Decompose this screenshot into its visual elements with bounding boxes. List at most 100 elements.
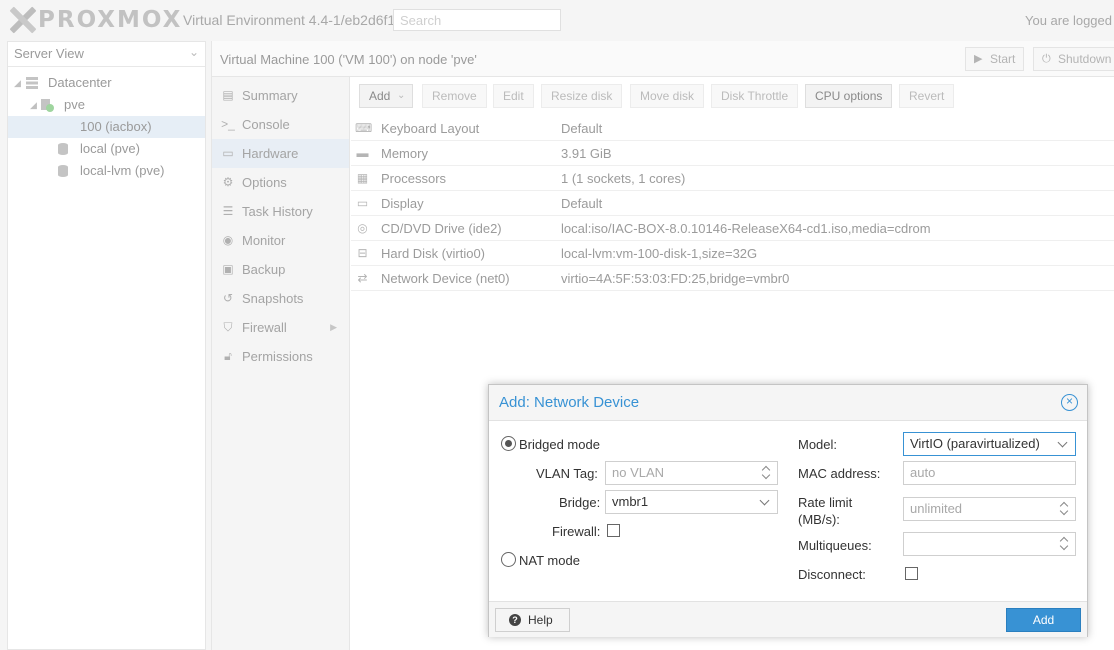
disconnect-checkbox[interactable] bbox=[905, 567, 918, 580]
storage-icon bbox=[58, 143, 68, 155]
bridge-label: Bridge: bbox=[559, 495, 601, 510]
tab-label: Snapshots bbox=[242, 291, 304, 306]
hw-key: Processors bbox=[381, 171, 447, 186]
close-icon[interactable]: × bbox=[1061, 394, 1078, 411]
bridged-mode-radio[interactable] bbox=[501, 436, 516, 451]
gear-icon: ⚙ bbox=[222, 175, 234, 189]
history-icon: ↺ bbox=[222, 291, 234, 305]
mac-address-input[interactable]: auto bbox=[903, 461, 1076, 485]
list-icon: ☰ bbox=[222, 204, 234, 218]
tree-item-label: local (pve) bbox=[80, 141, 140, 156]
tab-hardware[interactable]: ▭ Hardware bbox=[212, 139, 349, 168]
tree-item-storage-local-lvm[interactable]: local-lvm (pve) bbox=[8, 160, 205, 182]
proxmox-logo: PROXMOX bbox=[8, 6, 182, 34]
tab-monitor[interactable]: ◉ Monitor bbox=[212, 226, 349, 255]
hw-key: CD/DVD Drive (ide2) bbox=[381, 221, 502, 236]
exchange-icon: ⇄ bbox=[357, 271, 368, 285]
floppy-icon: ▣ bbox=[222, 262, 234, 276]
disc-icon: ◎ bbox=[357, 221, 368, 235]
hw-key: Memory bbox=[381, 146, 428, 161]
multiqueues-input[interactable] bbox=[903, 532, 1076, 556]
dialog-header: Add: Network Device × bbox=[489, 385, 1087, 421]
rate-limit-label: Rate limit bbox=[798, 495, 853, 510]
hw-key: Network Device (net0) bbox=[381, 271, 510, 286]
tree-item-storage-local[interactable]: local (pve) bbox=[8, 138, 205, 160]
cpu-options-button[interactable]: CPU options bbox=[805, 84, 893, 108]
tab-task-history[interactable]: ☰ Task History bbox=[212, 197, 349, 226]
tab-summary[interactable]: ▤ Summary bbox=[212, 81, 349, 110]
search-input[interactable] bbox=[393, 9, 561, 31]
remove-button[interactable]: Remove bbox=[422, 84, 487, 108]
hw-value: local-lvm:vm-100-disk-1,size=32G bbox=[561, 246, 758, 261]
proxmox-x-icon bbox=[8, 6, 36, 34]
resource-tree-panel: Server View ⌄ ◢ Datacenter ◢ pve 100 (ia… bbox=[7, 41, 206, 650]
tab-console[interactable]: >_ Console bbox=[212, 110, 349, 139]
storage-icon bbox=[58, 165, 68, 177]
model-label: Model: bbox=[798, 437, 838, 452]
start-button[interactable]: ▶ Start bbox=[965, 47, 1025, 71]
tree-item-vm-100[interactable]: 100 (iacbox) bbox=[8, 116, 205, 138]
hw-value: virtio=4A:5F:53:03:FD:25,bridge=vmbr0 bbox=[561, 271, 790, 286]
book-icon: ▤ bbox=[222, 88, 234, 102]
bridged-mode-label: Bridged mode bbox=[519, 437, 600, 452]
bridge-select[interactable]: vmbr1 bbox=[605, 490, 778, 514]
unlock-icon: 🔓︎ bbox=[224, 349, 232, 363]
tab-label: Console bbox=[242, 117, 290, 132]
table-row[interactable]: ▭ Display Default bbox=[351, 191, 1114, 216]
tab-options[interactable]: ⚙ Options bbox=[212, 168, 349, 197]
shutdown-button[interactable]: ⏻ Shutdown bbox=[1033, 47, 1114, 71]
table-row[interactable]: ⊟ Hard Disk (virtio0) local-lvm:vm-100-d… bbox=[351, 241, 1114, 266]
spinner-icon[interactable] bbox=[1060, 534, 1069, 554]
spinner-icon[interactable] bbox=[1060, 499, 1069, 519]
rate-limit-input[interactable]: unlimited bbox=[903, 497, 1076, 521]
tab-label: Permissions bbox=[242, 349, 313, 364]
tree-item-datacenter[interactable]: ◢ Datacenter bbox=[8, 72, 205, 94]
tree-toggle-icon[interactable]: ◢ bbox=[14, 72, 21, 94]
tree-item-node-pve[interactable]: ◢ pve bbox=[8, 94, 205, 116]
chevron-down-icon[interactable] bbox=[759, 495, 770, 506]
model-select[interactable]: VirtIO (paravirtualized) bbox=[903, 432, 1076, 456]
table-row[interactable]: ⌨ Keyboard Layout Default bbox=[351, 116, 1114, 141]
revert-button[interactable]: Revert bbox=[899, 84, 955, 108]
expand-arrow-icon: ▶ bbox=[330, 322, 337, 332]
mac-address-placeholder: auto bbox=[910, 465, 936, 480]
login-status: You are logged bbox=[1025, 13, 1112, 28]
display-icon: ▭ bbox=[356, 196, 369, 210]
move-disk-button[interactable]: Move disk bbox=[630, 84, 705, 108]
multiqueues-label: Multiqueues: bbox=[798, 538, 872, 553]
tree-item-label: Datacenter bbox=[48, 75, 112, 90]
vlan-tag-input[interactable]: no VLAN bbox=[605, 461, 778, 485]
view-selector[interactable]: Server View ⌄ bbox=[8, 42, 205, 67]
tree-toggle-icon[interactable]: ◢ bbox=[30, 94, 37, 116]
add-button[interactable]: Add bbox=[1006, 608, 1081, 632]
tab-permissions[interactable]: 🔓︎ Permissions bbox=[212, 342, 349, 371]
firewall-checkbox[interactable] bbox=[607, 524, 620, 537]
tab-backup[interactable]: ▣ Backup bbox=[212, 255, 349, 284]
nat-mode-label: NAT mode bbox=[519, 553, 580, 568]
hardware-toolbar: Add ⌄ Remove Edit Resize disk Move disk … bbox=[351, 77, 1114, 115]
tab-firewall[interactable]: ⛉ Firewall ▶ bbox=[212, 313, 349, 342]
table-row[interactable]: ⇄ Network Device (net0) virtio=4A:5F:53:… bbox=[351, 266, 1114, 291]
vm-subnav: ▤ Summary >_ Console ▭ Hardware ⚙ Option… bbox=[212, 77, 350, 650]
disk-throttle-button[interactable]: Disk Throttle bbox=[711, 84, 799, 108]
help-button[interactable]: ? Help bbox=[495, 608, 570, 632]
table-row[interactable]: ▦ Processors 1 (1 sockets, 1 cores) bbox=[351, 166, 1114, 191]
resize-disk-button[interactable]: Resize disk bbox=[541, 84, 623, 108]
chevron-down-icon[interactable] bbox=[1057, 437, 1068, 448]
tab-label: Task History bbox=[242, 204, 313, 219]
logo-text: PROXMOX bbox=[38, 7, 183, 33]
nat-mode-radio[interactable] bbox=[501, 552, 516, 567]
table-row[interactable]: ▬ Memory 3.91 GiB bbox=[351, 141, 1114, 166]
add-hardware-button[interactable]: Add ⌄ bbox=[359, 84, 414, 108]
hw-value: 3.91 GiB bbox=[561, 146, 612, 161]
tab-snapshots[interactable]: ↺ Snapshots bbox=[212, 284, 349, 313]
spinner-icon[interactable] bbox=[762, 463, 771, 483]
edit-button[interactable]: Edit bbox=[493, 84, 534, 108]
model-value: VirtIO (paravirtualized) bbox=[910, 436, 1040, 451]
add-network-device-dialog: Add: Network Device × Bridged mode VLAN … bbox=[488, 384, 1088, 637]
table-row[interactable]: ◎ CD/DVD Drive (ide2) local:iso/IAC-BOX-… bbox=[351, 216, 1114, 241]
tab-label: Firewall bbox=[242, 320, 287, 335]
vm-title: Virtual Machine 100 ('VM 100') on node '… bbox=[220, 52, 477, 67]
vlan-tag-label: VLAN Tag: bbox=[536, 466, 598, 481]
firewall-label: Firewall: bbox=[552, 524, 601, 539]
